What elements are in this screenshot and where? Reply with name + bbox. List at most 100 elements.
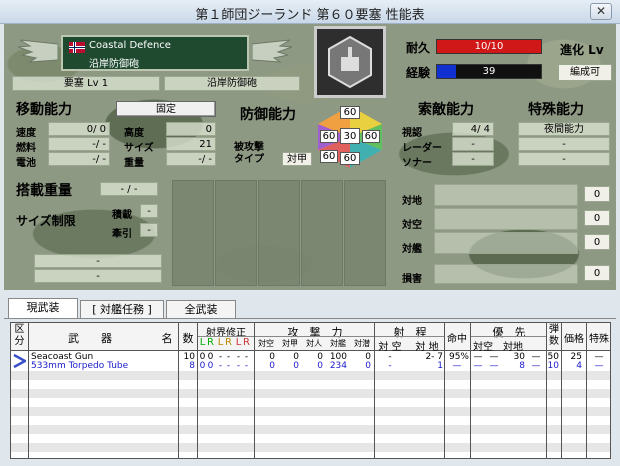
damage-bar [434, 264, 578, 284]
col-special: 特殊 [589, 334, 609, 345]
tab-current-armament[interactable]: 現武装 [8, 298, 78, 319]
col-category: 区 分 [14, 324, 25, 347]
damage-label: 損害 [402, 274, 422, 285]
col-lr-r1: R [207, 337, 214, 348]
exp-bar: 39 [436, 64, 542, 79]
atk-personnel: 0 [317, 361, 323, 371]
air-bar [434, 208, 578, 230]
col-priority-air: 対空 [473, 342, 493, 353]
fortress-emblem-icon [328, 35, 372, 89]
load-value: - [140, 204, 158, 218]
tow-value: - [140, 223, 158, 237]
priority-air: — [473, 361, 483, 371]
cargo-bottom-2: - [34, 269, 162, 283]
ship-label: 対艦 [402, 244, 422, 255]
weapon-name: 533mm Torpedo Tube [31, 361, 129, 371]
weight-value: -/ - [166, 152, 216, 166]
unit-name-en: Coastal Defence [89, 40, 171, 51]
altitude-label: 高度 [124, 128, 144, 139]
attack-type-label: 被攻撃 タイプ [234, 142, 264, 165]
fuel-value: -/ - [48, 137, 110, 151]
detection-header: 索敵能力 [418, 102, 474, 118]
fuel-label: 燃料 [16, 143, 36, 154]
cargo-slot-2 [215, 180, 257, 286]
special-item-3: - [518, 152, 610, 166]
tab-anti-ship-mission[interactable]: [ 対艦任務 ] [80, 300, 164, 318]
altitude-value: 0 [166, 122, 216, 136]
hex-upper-right: 60 [362, 130, 380, 143]
ground-value: 0 [584, 186, 610, 202]
fixed-button: 固定 [116, 101, 216, 117]
col-lr-r2: R [225, 337, 232, 348]
special: — [594, 361, 604, 371]
unit-stats-panel: Coastal Defence 沿岸防御砲 要塞 Lv 1 沿岸防御砲 耐久 1… [4, 24, 616, 290]
ground-bar [434, 184, 578, 206]
ship-bar [434, 232, 578, 254]
col-name: 名 [161, 332, 173, 345]
radar-value: - [452, 137, 494, 151]
window-title: 第１師団ジーランド 第６０要塞 性能表 [195, 8, 425, 23]
unit-portrait [314, 26, 386, 98]
vision-value: 4/ 4 [452, 122, 494, 136]
weight-label: 重量 [124, 158, 144, 169]
range-air: - [388, 361, 392, 371]
atk-armor: 0 [293, 361, 299, 371]
col-atk-air: 対空 [258, 339, 274, 348]
hex-upper-left: 60 [320, 130, 338, 143]
hp-value: 10/10 [474, 41, 504, 52]
size-value: 21 [166, 137, 216, 151]
unit-name-jp: 沿岸防御砲 [89, 59, 139, 70]
norway-flag-icon [69, 42, 85, 53]
atk-air: 0 [269, 361, 275, 371]
load-label: 積載 [112, 210, 132, 221]
range-ground: 1 [437, 361, 443, 371]
evolve-label: 進化 Lv [560, 43, 604, 57]
radar-label: レーダー [402, 143, 442, 154]
col-range-ground: 対 地 [415, 342, 439, 353]
vision-label: 視認 [402, 128, 422, 139]
attack-type-value: 対甲 [282, 152, 312, 166]
stripe [11, 407, 610, 416]
close-button[interactable]: ✕ [590, 3, 612, 20]
weapons-table: 区 分 武 器 名 数 射界修正 L R L R L R 攻 撃 力 対空 対甲… [10, 322, 611, 459]
mobility-header: 移動能力 [16, 102, 72, 118]
price: 4 [576, 361, 582, 371]
fix-r1: 0 [207, 361, 214, 371]
priority-mid: — [489, 361, 499, 371]
priority-ground: 8 [519, 361, 525, 371]
tab-all-armament[interactable]: 全武装 [166, 300, 236, 318]
hp-label: 耐久 [406, 41, 431, 55]
hex-top: 60 [340, 106, 360, 119]
damage-value: 0 [584, 265, 610, 281]
col-atk-armor: 対甲 [282, 339, 298, 348]
fix-l3: - [236, 361, 241, 371]
col-atk-sub: 対潜 [354, 339, 370, 348]
hp-bar: 10/10 [436, 39, 542, 54]
ship-value: 0 [584, 234, 610, 250]
table-row[interactable]: 533mm Torpedo Tube 8 0 0 - - - - 0 0 0 2… [11, 361, 610, 371]
air-label: 対空 [402, 220, 422, 231]
fix-r3: - [244, 361, 249, 371]
ammo: 10 [547, 361, 559, 371]
hex-lower-left: 60 [320, 150, 338, 163]
col-lr-l2: L [217, 337, 224, 348]
fix-l2: - [218, 361, 223, 371]
cargo-slot-4 [301, 180, 343, 286]
col-accuracy: 命中 [447, 334, 467, 345]
title-bar: 第１師団ジーランド 第６０要塞 性能表 ✕ [0, 0, 620, 24]
col-price: 価格 [564, 334, 584, 345]
unit-name-box: Coastal Defence 沿岸防御砲 [61, 35, 249, 71]
col-weapon: 武 器 [68, 332, 112, 345]
speed-label: 速度 [16, 128, 36, 139]
special-header: 特殊能力 [528, 102, 584, 118]
stripe [11, 443, 610, 452]
fix-r2: - [226, 361, 231, 371]
size-label: サイズ [124, 143, 154, 154]
evolve-state: 編成可 [558, 64, 612, 81]
cargo-slot-5 [344, 180, 386, 286]
priority-extra: — [531, 361, 541, 371]
col-lr-r3: R [243, 337, 250, 348]
col-ammo: 弾 数 [549, 324, 559, 347]
speed-value: 0/ 0 [48, 122, 110, 136]
atk-sub: 0 [365, 361, 371, 371]
